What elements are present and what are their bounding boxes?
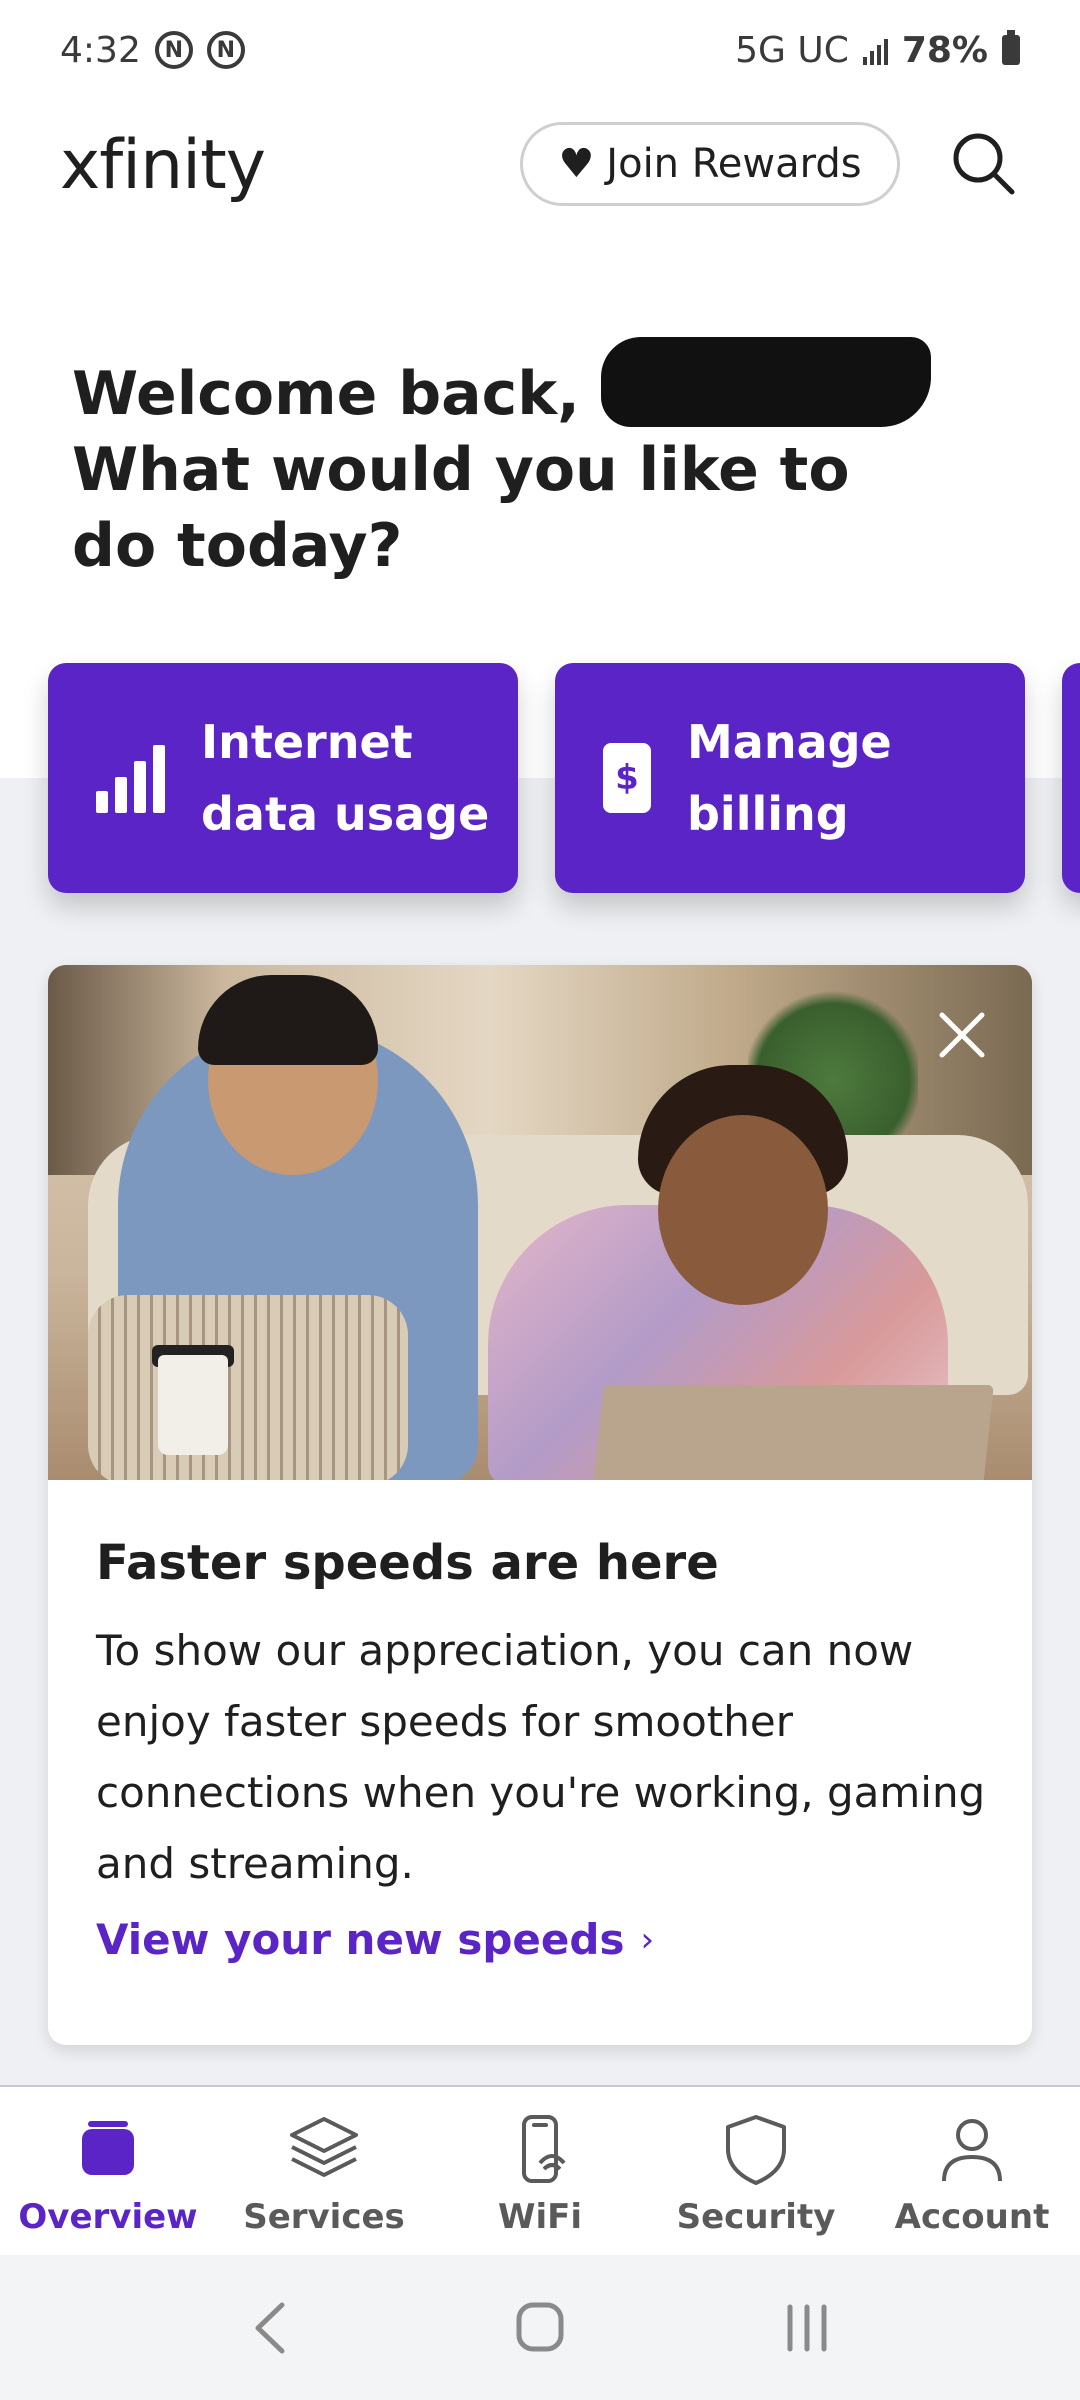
n-notification-icon: N [154, 31, 193, 69]
heart-icon: ♥ [558, 141, 595, 187]
internet-data-usage-card[interactable]: Internet data usage [48, 663, 518, 893]
promo-body: To show our appreciation, you can now en… [96, 1626, 986, 1888]
n-notification-icon: N [206, 31, 245, 69]
nav-wifi[interactable]: WiFi [432, 2087, 648, 2255]
welcome-line-1: Welcome back, [72, 359, 580, 429]
battery-percent: 78% [901, 29, 988, 71]
battery-icon [1002, 30, 1020, 65]
action-line-1: Manage [687, 715, 892, 769]
promo-title: Faster speeds are here [96, 1535, 719, 1591]
search-icon[interactable] [948, 128, 1020, 200]
bill-icon: $ [603, 743, 651, 813]
xfinity-logo[interactable]: xfinity [60, 126, 266, 205]
photo-man-pants [88, 1295, 408, 1480]
status-right: 5G UC 78% [735, 30, 1020, 71]
promo-photo [48, 965, 1032, 1480]
action-line-2: data usage [201, 787, 490, 841]
join-rewards-button[interactable]: ♥ Join Rewards [520, 122, 900, 206]
welcome-line-2: What would you like to do today? [72, 435, 850, 581]
close-icon[interactable] [932, 1005, 992, 1065]
app-header: xfinity ♥ Join Rewards [0, 100, 1080, 230]
action-line-2: billing [687, 787, 849, 841]
signal-icon [862, 35, 888, 65]
network-type: 5G UC [735, 29, 849, 71]
nav-label: Overview [18, 2197, 198, 2237]
nav-account[interactable]: Account [864, 2087, 1080, 2255]
redacted-name [600, 337, 931, 428]
nav-overview[interactable]: Overview [0, 2087, 216, 2255]
nav-label: Services [243, 2197, 405, 2237]
overview-icon [82, 2121, 134, 2175]
person-icon [942, 2119, 1002, 2182]
recents-icon[interactable] [762, 2293, 852, 2363]
wifi-device-icon [522, 2115, 566, 2183]
promo-card: Faster speeds are here To show our appre… [48, 965, 1032, 2045]
view-new-speeds-label: View your new speeds [96, 1915, 625, 1964]
manage-billing-card[interactable]: $ Manage billing [555, 663, 1025, 893]
welcome-heading: Welcome back, What would you like to do … [72, 337, 952, 584]
system-navigation-bar [0, 2255, 1080, 2400]
photo-cup [158, 1355, 228, 1455]
next-action-card-peek[interactable] [1062, 663, 1080, 893]
nav-services[interactable]: Services [216, 2087, 432, 2255]
action-line-1: Internet [201, 715, 413, 769]
nav-security[interactable]: Security [648, 2087, 864, 2255]
photo-laptop [592, 1385, 994, 1480]
nav-label: WiFi [497, 2197, 583, 2237]
view-new-speeds-link[interactable]: View your new speeds › [96, 1915, 654, 1964]
shield-icon [726, 2115, 786, 2185]
nav-label: Security [676, 2197, 836, 2237]
signal-bars-icon [96, 743, 165, 813]
status-time: 4:32 [60, 29, 141, 71]
nav-label: Account [894, 2197, 1050, 2237]
manage-billing-label: Manage billing [687, 706, 892, 850]
status-bar: 4:32 N N 5G UC 78% [0, 0, 1080, 100]
join-rewards-label: Join Rewards [606, 141, 862, 187]
photo-woman-head [658, 1115, 828, 1305]
layers-icon [290, 2117, 358, 2177]
internet-data-usage-label: Internet data usage [201, 706, 489, 850]
chevron-right-icon: › [640, 1919, 655, 1960]
status-left: 4:32 N N [60, 30, 245, 71]
home-icon[interactable] [495, 2293, 585, 2363]
back-icon[interactable] [228, 2293, 318, 2363]
bottom-navigation: Overview Services WiFi Security Account [0, 2085, 1080, 2255]
